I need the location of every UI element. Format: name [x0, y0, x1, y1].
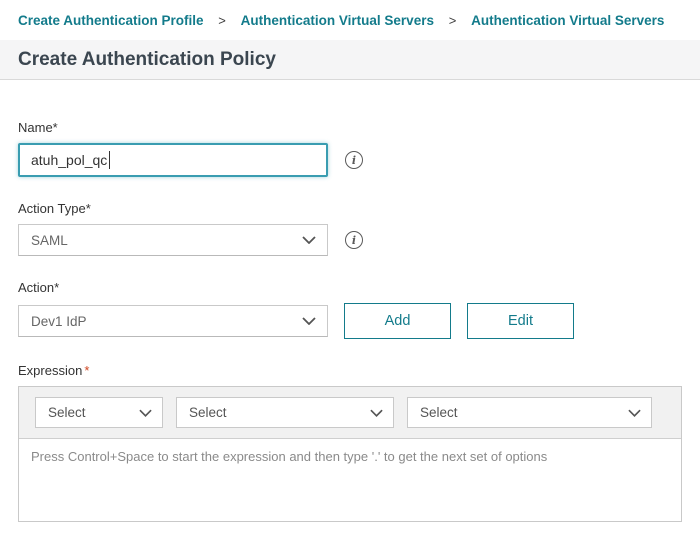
expression-label-text: Expression [18, 363, 82, 378]
expression-select-1[interactable]: Select [35, 397, 163, 428]
expression-select-2-value: Select [189, 405, 227, 420]
expression-label: Expression* [18, 363, 682, 378]
info-icon[interactable]: i [345, 231, 363, 249]
chevron-down-icon [302, 236, 316, 244]
expression-input[interactable] [19, 439, 681, 521]
page-header: Create Authentication Policy [0, 40, 700, 80]
page-title: Create Authentication Policy [18, 49, 276, 71]
info-icon[interactable]: i [345, 151, 363, 169]
action-type-select[interactable]: SAML [18, 224, 328, 256]
action-type-label: Action Type* [18, 201, 682, 216]
action-label: Action* [18, 280, 682, 295]
name-input[interactable]: atuh_pol_qc [18, 143, 328, 177]
action-type-row: SAML i [18, 224, 682, 256]
breadcrumb-item-authentication-virtual-servers-2[interactable]: Authentication Virtual Servers [471, 13, 664, 28]
chevron-down-icon [302, 317, 316, 325]
action-type-selected-value: SAML [31, 233, 68, 248]
create-authentication-policy-form: Name* atuh_pol_qc i Action Type* SAML i … [0, 120, 700, 522]
breadcrumb-item-authentication-virtual-servers[interactable]: Authentication Virtual Servers [241, 13, 434, 28]
chevron-down-icon [139, 409, 152, 417]
expression-select-3[interactable]: Select [407, 397, 652, 428]
breadcrumb-separator-icon: > [449, 13, 457, 28]
edit-button[interactable]: Edit [467, 303, 574, 339]
expression-select-3-value: Select [420, 405, 458, 420]
name-label: Name* [18, 120, 682, 135]
name-input-value: atuh_pol_qc [31, 152, 107, 168]
breadcrumb-item-create-authentication-profile[interactable]: Create Authentication Profile [18, 13, 204, 28]
text-caret [109, 151, 110, 169]
expression-select-2[interactable]: Select [176, 397, 394, 428]
action-select[interactable]: Dev1 IdP [18, 305, 328, 337]
add-button[interactable]: Add [344, 303, 451, 339]
breadcrumb-separator-icon: > [218, 13, 226, 28]
expression-editor: Select Select Select [18, 386, 682, 522]
chevron-down-icon [370, 409, 383, 417]
name-row: atuh_pol_qc i [18, 143, 682, 177]
action-row: Dev1 IdP Add Edit [18, 303, 682, 339]
chevron-down-icon [628, 409, 641, 417]
required-asterisk: * [84, 363, 89, 378]
breadcrumb: Create Authentication Profile > Authenti… [0, 0, 700, 28]
expression-toolbar: Select Select Select [19, 387, 681, 439]
expression-select-1-value: Select [48, 405, 86, 420]
action-selected-value: Dev1 IdP [31, 314, 87, 329]
